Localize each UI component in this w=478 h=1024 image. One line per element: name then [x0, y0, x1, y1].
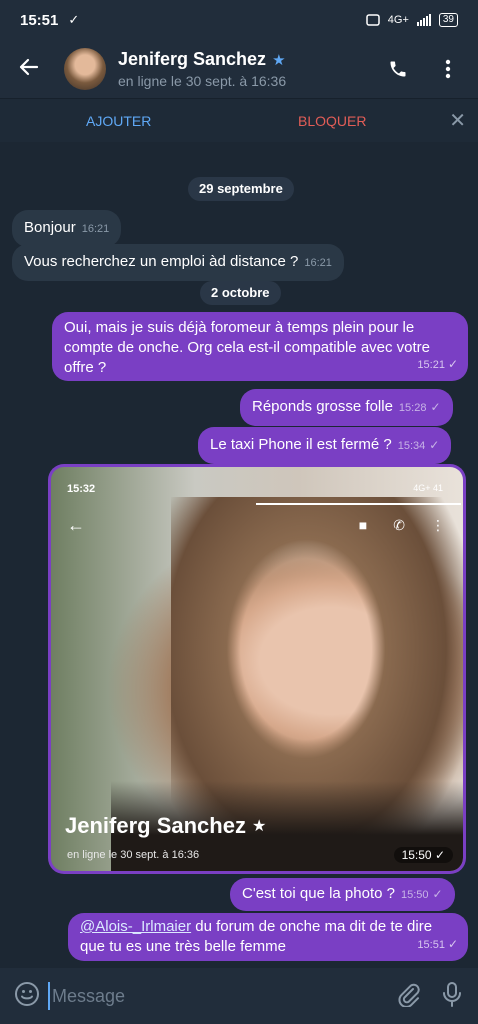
phone-icon [390, 61, 406, 77]
microphone-icon [443, 981, 461, 1007]
network-label: 4G+ [387, 14, 409, 26]
photo-contact-name: Jeniferg Sanchez [65, 813, 246, 838]
message-time: 15:28 [398, 402, 427, 414]
more-vertical-icon: ⋮ [431, 517, 445, 533]
star-icon: ★ [272, 51, 286, 69]
check-icon: ✓ [432, 887, 443, 901]
alarm-icon [366, 14, 380, 26]
mic-button[interactable] [442, 981, 462, 1012]
star-icon: ★ [251, 818, 267, 835]
status-bar: 15:51 ✓ 4G+ 39 [0, 0, 478, 40]
message-time: 16:21 [304, 257, 332, 269]
message-bubble-outgoing[interactable]: @Alois-_Irlmaier du forum de onche ma di… [68, 913, 468, 961]
action-bar: AJOUTER BLOQUER ✕ [0, 98, 478, 142]
emoji-button[interactable] [14, 981, 40, 1012]
attach-button[interactable] [396, 981, 420, 1012]
contact-name-row: Jeniferg Sanchez ★ [118, 49, 286, 70]
battery-icon: 39 [438, 13, 458, 27]
contact-info[interactable]: Jeniferg Sanchez ★ en ligne le 30 sept. … [118, 49, 286, 89]
message-time: 15:21 [417, 359, 445, 371]
chat-area[interactable]: 29 septembre Bonjour 16:21 Vous recherche… [0, 142, 478, 968]
message-bubble-outgoing[interactable]: Le taxi Phone il est fermé ? 15:34 ✓ [198, 427, 452, 464]
photo-status-time: 15:32 [67, 483, 96, 495]
photo-header-icons: ■ ✆ ⋮ [359, 517, 445, 534]
message-time: 15:50 [401, 848, 432, 862]
photo-back-arrow-icon: ← [67, 515, 85, 535]
message-bubble-incoming[interactable]: Bonjour 16:21 [12, 210, 122, 247]
photo-progress-line [256, 503, 461, 505]
date-separator: 29 septembre [188, 177, 294, 201]
block-button[interactable]: BLOQUER [298, 113, 366, 129]
message-text: Le taxi Phone il est fermé ? [210, 436, 392, 453]
smiley-icon [15, 981, 39, 1006]
check-icon: ✓ [429, 438, 440, 452]
message-bubble-outgoing[interactable]: Réponds grosse folle 15:28 ✓ [240, 389, 453, 426]
message-bubble-incoming[interactable]: Vous recherchez un emploi àd distance ? 1… [12, 244, 344, 281]
more-button[interactable] [436, 57, 460, 81]
more-vertical-icon [445, 59, 451, 79]
header-actions [386, 57, 478, 81]
check-icon: ✓ [430, 400, 441, 414]
message-time: 16:21 [81, 223, 110, 235]
photo-contact-status: en ligne le 30 sept. à 16:36 [67, 849, 200, 861]
paperclip-icon [398, 983, 420, 1008]
status-right: 4G+ 39 [366, 13, 458, 27]
photo-message[interactable]: 15:32 4G+ 41 ← ■ ✆ ⋮ Jeniferg Sanchez ★ … [48, 464, 466, 874]
message-time: 15:50 [400, 889, 429, 901]
message-time: 15:34 [397, 440, 426, 452]
message-meta: 15:51 ✓ [417, 934, 458, 955]
check-icon: ✓ [434, 848, 445, 862]
back-button[interactable] [0, 54, 56, 85]
input-bar [0, 968, 478, 1024]
status-time: 15:51 [20, 11, 59, 29]
message-text: Oui, mais je suis déjà foromeur à temps … [64, 319, 431, 376]
check-icon: ✓ [447, 357, 458, 371]
message-input[interactable] [48, 982, 368, 1010]
date-separator: 2 octobre [200, 281, 281, 305]
screenshot-photo[interactable]: 15:32 4G+ 41 ← ■ ✆ ⋮ Jeniferg Sanchez ★ … [51, 467, 463, 871]
contact-status: en ligne le 30 sept. à 16:36 [118, 73, 287, 89]
message-bubble-outgoing[interactable]: Oui, mais je suis déjà foromeur à temps … [52, 312, 468, 381]
video-icon: ■ [358, 517, 368, 533]
phone-icon: ✆ [393, 517, 405, 533]
message-text: Bonjour [24, 219, 76, 236]
message-text: Vous recherchez un emploi àd distance ? [24, 253, 299, 270]
message-bubble-outgoing[interactable]: C'est toi que la photo ? 15:50 ✓ [230, 878, 455, 911]
contact-name: Jeniferg Sanchez [118, 49, 267, 69]
message-time: 15:51 [417, 939, 445, 951]
signal-icon [416, 14, 431, 26]
avatar[interactable] [64, 48, 106, 90]
message-meta: 15:21 ✓ [417, 354, 458, 375]
close-icon[interactable]: ✕ [449, 108, 466, 133]
photo-status-right: 4G+ 41 [413, 483, 443, 493]
mention-link[interactable]: @Alois-_Irlmaier [80, 918, 191, 935]
photo-contact-name-row: Jeniferg Sanchez ★ [65, 813, 266, 839]
message-text: C'est toi que la photo ? [242, 885, 395, 902]
arrow-left-icon [19, 58, 39, 75]
photo-meta: 15:50 ✓ [393, 847, 453, 863]
download-icon: ✓ [68, 12, 80, 27]
add-contact-button[interactable]: AJOUTER [86, 113, 151, 129]
message-text: Réponds grosse folle [252, 398, 393, 415]
check-icon: ✓ [447, 937, 458, 951]
call-button[interactable] [386, 57, 410, 81]
chat-header: Jeniferg Sanchez ★ en ligne le 30 sept. … [0, 40, 478, 98]
